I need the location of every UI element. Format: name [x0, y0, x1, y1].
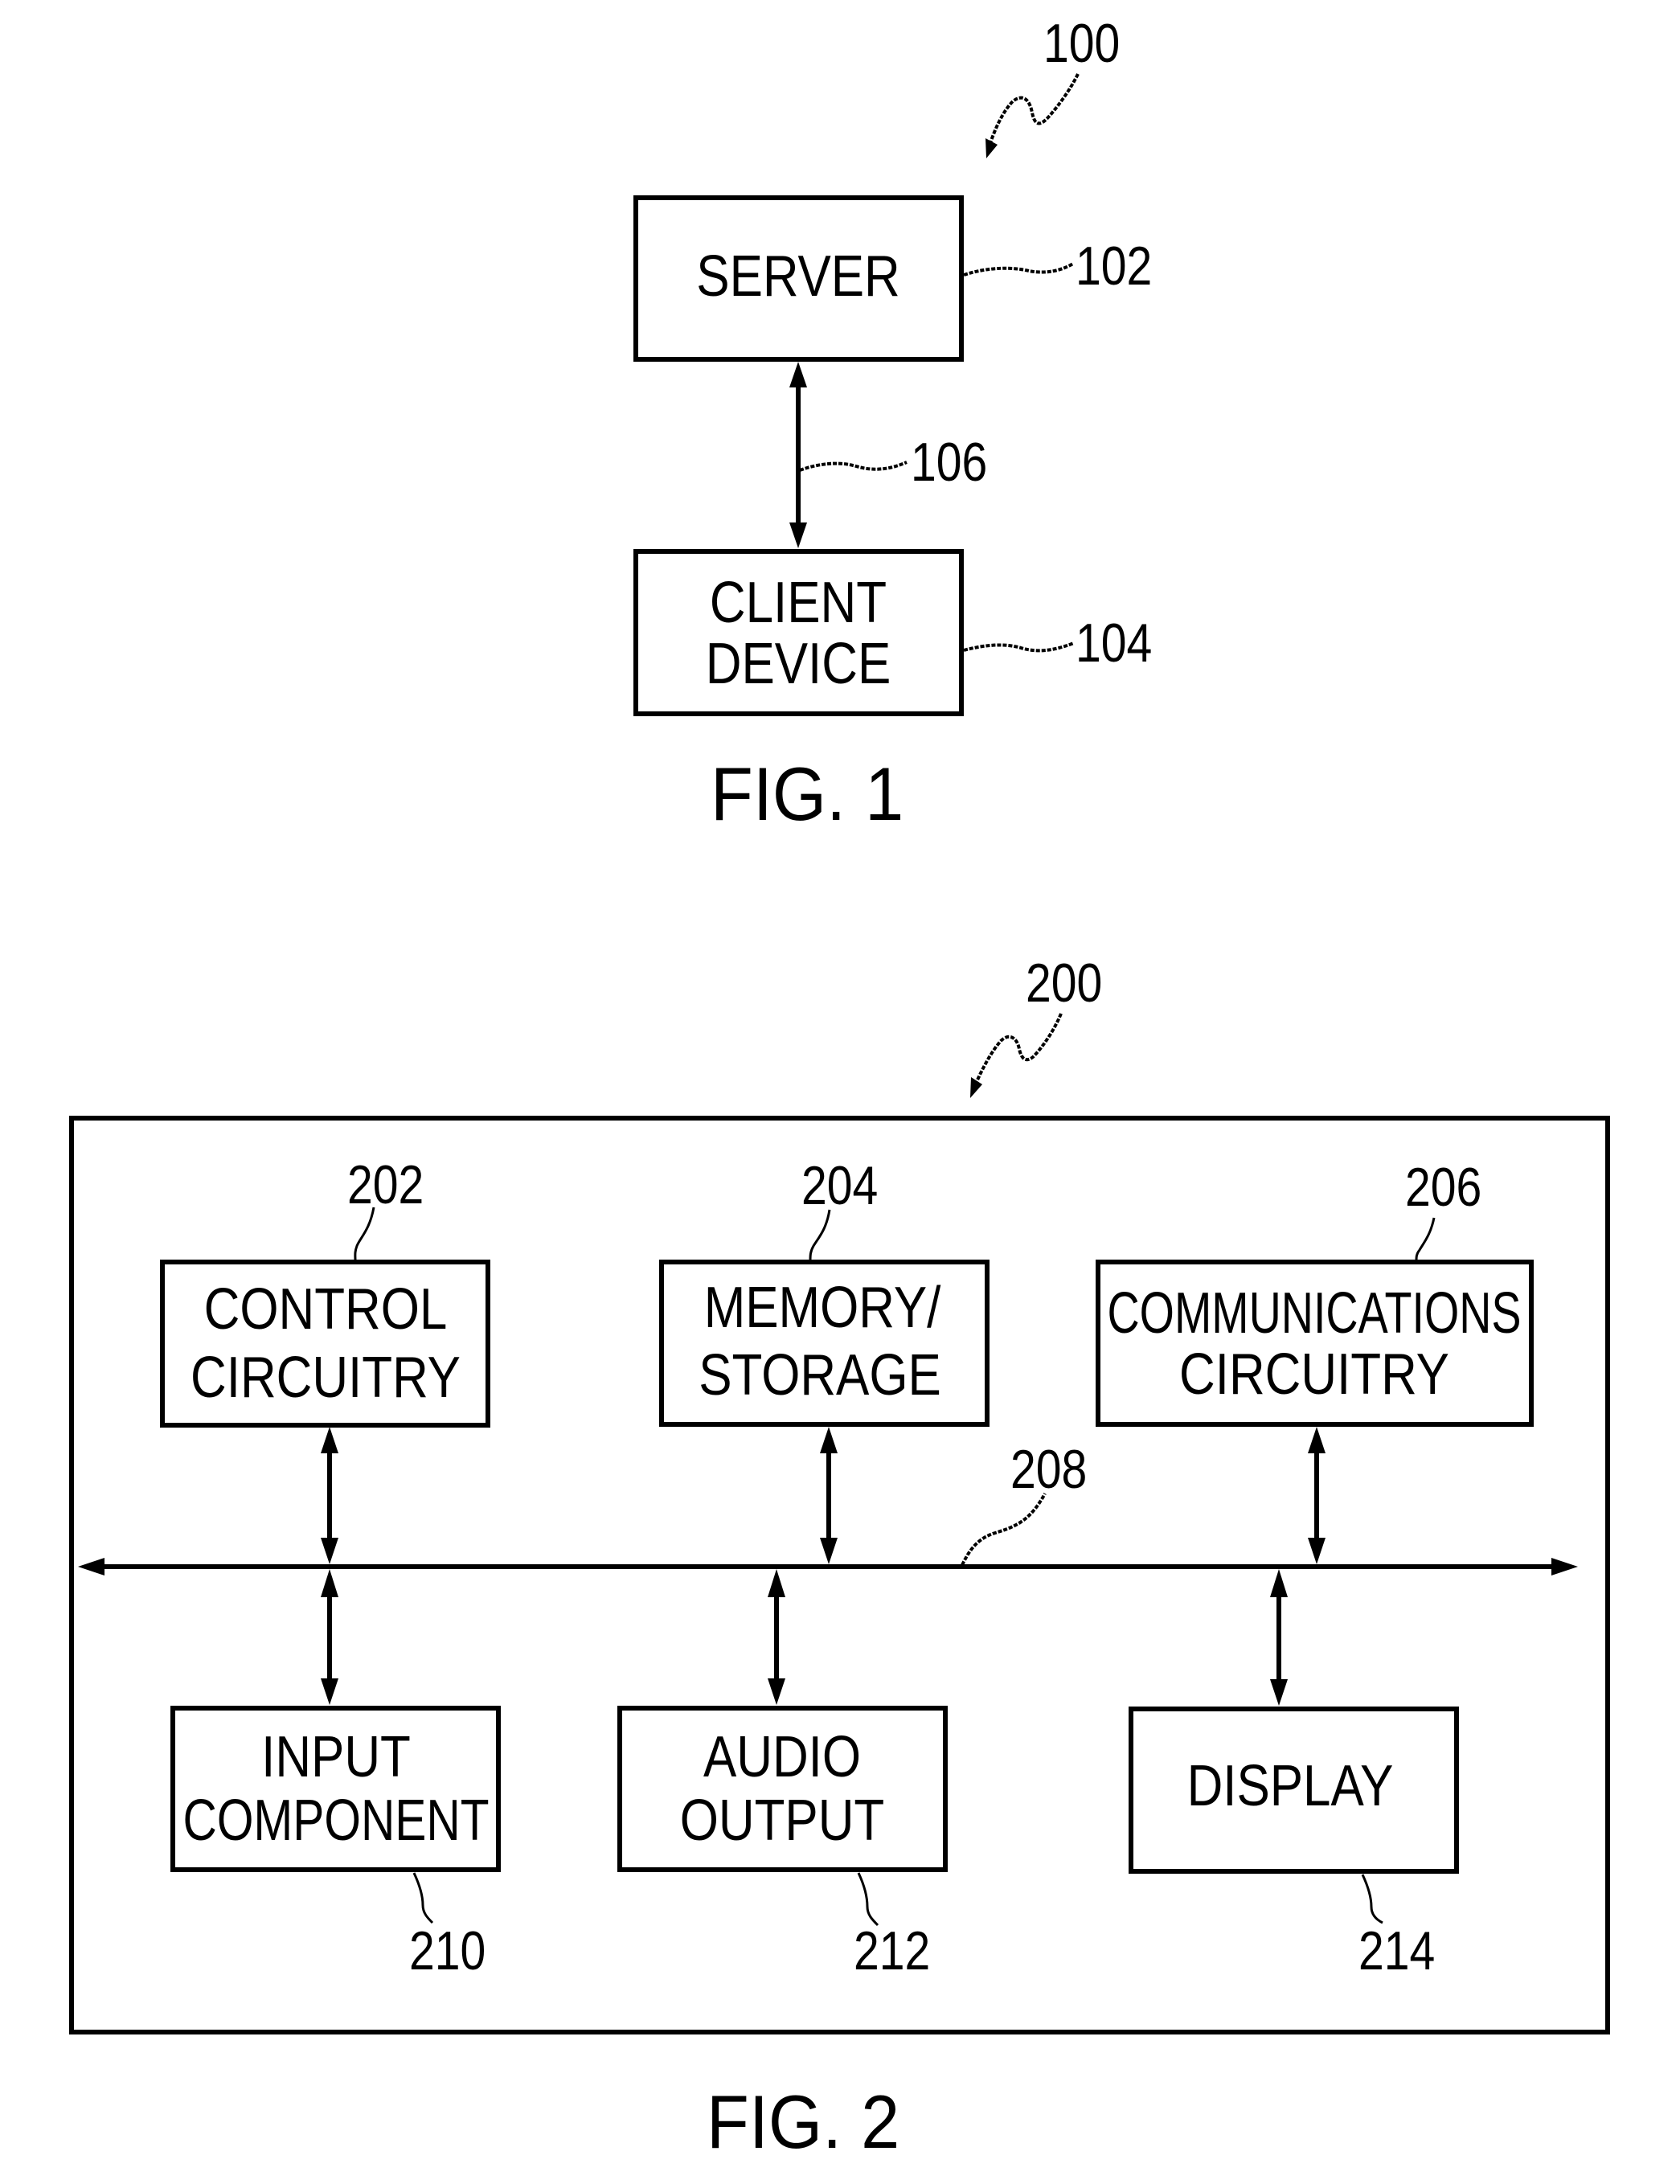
- communications-circuitry-label-line-2: CIRCUITRY: [1179, 1342, 1449, 1407]
- diagram-svg: 100 SERVER 102 106 CLIENT DEVICE 104 FIG…: [0, 0, 1680, 2180]
- audio-output-label-line-1: AUDIO: [703, 1725, 861, 1789]
- display-label-line-1: DISPLAY: [1187, 1754, 1394, 1818]
- communications-circuitry-block: COMMUNICATIONS CIRCUITRY: [1096, 1260, 1534, 1427]
- memory-storage-block: MEMORY/ STORAGE: [659, 1260, 990, 1427]
- audio-output-label-line-2: OUTPUT: [680, 1789, 884, 1853]
- input-component-block: INPUT COMPONENT: [170, 1706, 501, 1872]
- input-component-label-line-1: INPUT: [261, 1725, 411, 1789]
- ref-label-106: 106: [911, 432, 987, 493]
- patent-drawing-sheet: 100 SERVER 102 106 CLIENT DEVICE 104 FIG…: [0, 0, 1680, 2180]
- client-device-block: CLIENT DEVICE: [633, 549, 964, 716]
- ref-label-210: 210: [409, 1920, 486, 1981]
- ref-label-102: 102: [1076, 236, 1152, 297]
- control-circuitry-label-line-2: CIRCUITRY: [191, 1346, 461, 1410]
- ref-label-208: 208: [1010, 1439, 1087, 1500]
- ref-label-214: 214: [1358, 1920, 1435, 1981]
- memory-storage-label-line-1: MEMORY/: [704, 1276, 941, 1340]
- server-label-line-1: SERVER: [696, 244, 899, 309]
- client-device-label-line-1: CLIENT: [710, 571, 887, 635]
- ref-label-200: 200: [1026, 953, 1102, 1014]
- control-circuitry-block: CONTROL CIRCUITRY: [160, 1260, 490, 1428]
- figure-caption-1: FIG. 1: [711, 752, 904, 837]
- ref-label-100: 100: [1043, 13, 1120, 74]
- client-device-label-line-2: DEVICE: [706, 632, 891, 696]
- ref-label-202: 202: [347, 1154, 424, 1215]
- memory-storage-label-line-2: STORAGE: [699, 1343, 941, 1408]
- ref-label-206: 206: [1405, 1157, 1481, 1218]
- ref-label-212: 212: [854, 1920, 930, 1981]
- control-circuitry-label-line-1: CONTROL: [204, 1277, 448, 1342]
- display-block: DISPLAY: [1129, 1707, 1459, 1874]
- audio-output-block: AUDIO OUTPUT: [617, 1706, 948, 1872]
- communications-circuitry-label-line-1: COMMUNICATIONS: [1108, 1281, 1522, 1346]
- ref-label-204: 204: [801, 1155, 878, 1216]
- server-block: SERVER: [633, 195, 964, 362]
- figure-caption-2: FIG. 2: [707, 2080, 899, 2165]
- input-component-label-line-2: COMPONENT: [183, 1789, 490, 1853]
- ref-label-104: 104: [1076, 613, 1152, 674]
